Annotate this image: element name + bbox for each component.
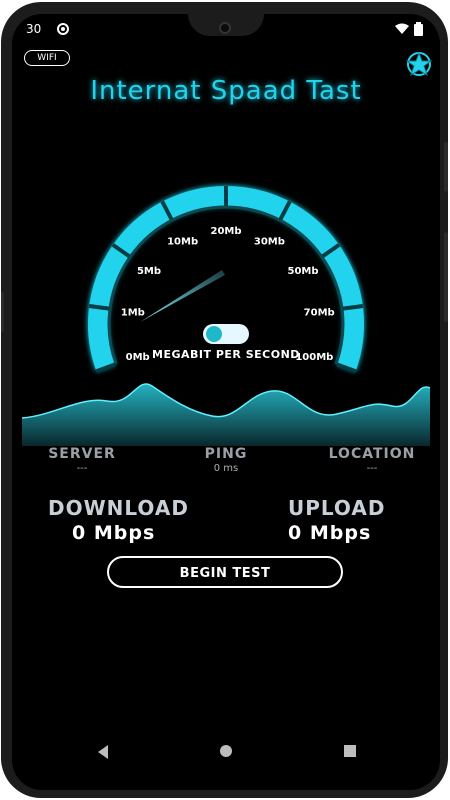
gauge-tick-label: 1Mb xyxy=(121,308,145,319)
battery-icon xyxy=(414,22,423,36)
speed-wave-graph xyxy=(21,383,431,446)
back-icon[interactable] xyxy=(96,744,110,760)
wifi-icon xyxy=(395,23,409,34)
unit-toggle[interactable] xyxy=(203,324,249,344)
sync-icon xyxy=(57,23,69,35)
upload-label: UPLOAD xyxy=(288,496,386,520)
home-icon[interactable] xyxy=(219,744,233,758)
speed-gauge: 0Mb1Mb5Mb10Mb20Mb30Mb50Mb70Mb100Mb xyxy=(88,186,364,374)
volume-button xyxy=(444,142,448,192)
download-value: 0 Mbps xyxy=(72,522,155,544)
gauge-tick-label: 50Mb xyxy=(287,266,318,277)
toggle-knob xyxy=(206,326,222,342)
download-label: DOWNLOAD xyxy=(48,496,189,520)
server-stat: SERVER --- xyxy=(42,446,122,474)
ping-stat: PING 0 ms xyxy=(186,446,266,474)
location-stat: LOCATION --- xyxy=(322,446,422,474)
power-button xyxy=(444,232,448,322)
server-label: SERVER xyxy=(48,446,116,462)
begin-test-button[interactable]: BEGIN TEST xyxy=(107,556,343,588)
gauge-tick xyxy=(342,304,364,311)
download-number: 0 xyxy=(72,522,87,544)
upload-number: 0 xyxy=(288,522,303,544)
gauge-tick xyxy=(88,304,110,311)
star-icon[interactable] xyxy=(405,50,433,78)
server-value: --- xyxy=(76,463,88,474)
location-value: --- xyxy=(366,463,378,474)
gauge-tick-label: 20Mb xyxy=(210,226,241,237)
status-time: 30 xyxy=(26,22,42,36)
side-key xyxy=(1,292,4,332)
ping-label: PING xyxy=(204,446,248,462)
app-screen: 30 WIFI Internat Spaad Tast 0Mb 1Mb 5Mb … xyxy=(12,14,440,790)
gauge-tick-label: 10Mb xyxy=(167,237,198,248)
wifi-badge[interactable]: WIFI xyxy=(24,50,70,66)
unit-caption: MEGABIT PER SECOND xyxy=(152,348,300,361)
recents-icon[interactable] xyxy=(343,744,357,758)
location-label: LOCATION xyxy=(328,446,416,462)
upload-unit: Mbps xyxy=(309,522,372,544)
front-camera xyxy=(219,22,231,34)
gauge-tick-label: 5Mb xyxy=(137,266,161,277)
app-title: Internat Spaad Tast xyxy=(90,76,362,106)
gauge-tick-label: 70Mb xyxy=(304,308,335,319)
ping-value: 0 ms xyxy=(213,463,239,474)
phone-frame: 30 WIFI Internat Spaad Tast 0Mb 1Mb 5Mb … xyxy=(1,2,448,798)
gauge-tick-label: 30Mb xyxy=(254,237,285,248)
gauge-needle xyxy=(140,270,225,322)
download-unit: Mbps xyxy=(93,522,156,544)
upload-value: 0 Mbps xyxy=(288,522,371,544)
